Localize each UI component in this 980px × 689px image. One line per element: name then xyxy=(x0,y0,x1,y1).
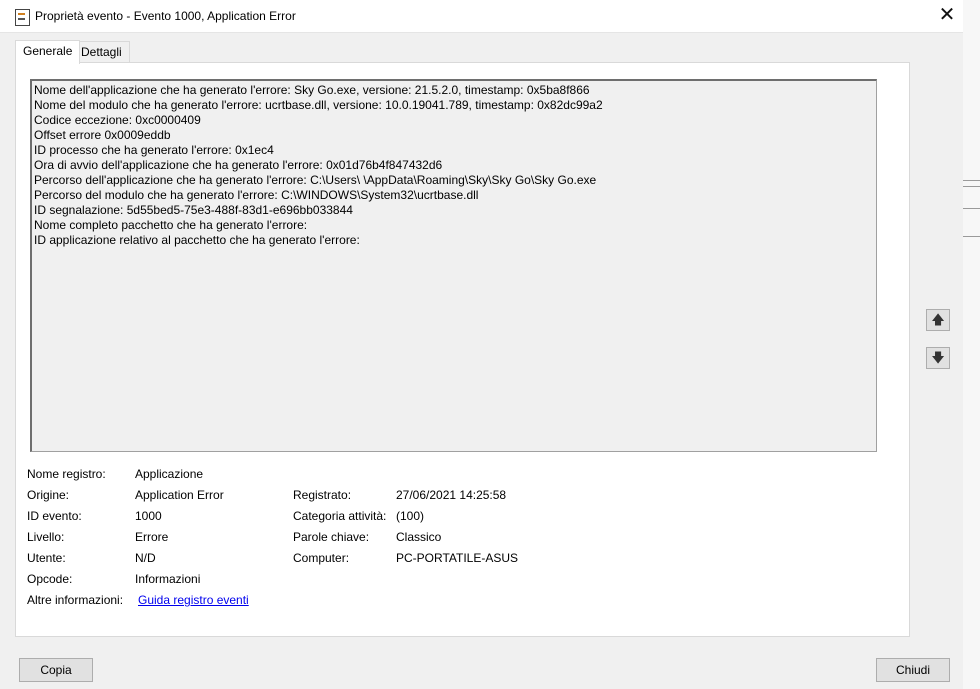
event-properties-icon xyxy=(15,9,30,26)
task-category-label: Categoria attività: xyxy=(293,509,387,523)
task-category-value: (100) xyxy=(396,509,425,523)
description-line: Nome dell'applicazione che ha generato l… xyxy=(34,83,590,97)
background-divider xyxy=(963,186,980,187)
tab-generale[interactable]: Generale xyxy=(15,40,81,64)
level-label: Livello: xyxy=(27,530,65,544)
event-id-label: ID evento: xyxy=(27,509,82,523)
description-line: ID processo che ha generato l'errore: 0x… xyxy=(34,143,274,157)
log-name-label: Nome registro: xyxy=(27,467,106,481)
window-title: Proprietà evento - Evento 1000, Applicat… xyxy=(35,9,296,23)
tab-dettagli[interactable]: Dettagli xyxy=(73,41,130,63)
description-line: ID segnalazione: 5d55bed5-75e3-488f-83d1… xyxy=(34,203,353,217)
computer-label: Computer: xyxy=(293,551,350,565)
description-line: Ora di avvio dell'applicazione che ha ge… xyxy=(34,158,443,172)
keywords-label: Parole chiave: xyxy=(293,530,370,544)
computer-value: PC-PORTATILE-ASUS xyxy=(396,551,519,565)
background-divider xyxy=(963,180,980,181)
description-line: Codice eccezione: 0xc0000409 xyxy=(34,113,201,127)
opcode-label: Opcode: xyxy=(27,572,73,586)
description-line: Percorso dell'applicazione che ha genera… xyxy=(34,173,597,187)
source-label: Origine: xyxy=(27,488,70,502)
source-value: Application Error xyxy=(135,488,224,502)
user-value: N/D xyxy=(135,551,156,565)
help-link[interactable]: Guida registro eventi xyxy=(138,593,249,607)
log-name-value: Applicazione xyxy=(135,467,204,481)
description-line: Offset errore 0x0009eddb xyxy=(34,128,171,142)
previous-event-button[interactable]: 🡅 xyxy=(926,309,950,331)
description-line: Percorso del modulo che ha generato l'er… xyxy=(34,188,479,202)
description-line: ID applicazione relativo al pacchetto ch… xyxy=(34,233,360,247)
close-button[interactable]: Chiudi xyxy=(876,658,950,682)
event-id-value: 1000 xyxy=(135,509,162,523)
close-icon[interactable]: ✕ xyxy=(935,4,959,28)
background-divider xyxy=(963,208,980,209)
level-value: Errore xyxy=(135,530,169,544)
more-info-label: Altre informazioni: xyxy=(27,593,124,607)
description-line: Nome del modulo che ha generato l'errore… xyxy=(34,98,603,112)
opcode-value: Informazioni xyxy=(135,572,201,586)
logged-value: 27/06/2021 14:25:58 xyxy=(396,488,507,502)
keywords-value: Classico xyxy=(396,530,442,544)
user-label: Utente: xyxy=(27,551,66,565)
arrow-down-icon: 🡇 xyxy=(931,350,945,365)
background-window xyxy=(963,0,980,689)
description-line: Nome completo pacchetto che ha generato … xyxy=(34,218,308,232)
next-event-button[interactable]: 🡇 xyxy=(926,347,950,369)
copy-button[interactable]: Copia xyxy=(19,658,93,682)
arrow-up-icon: 🡅 xyxy=(931,312,945,327)
title-bar: Proprietà evento - Evento 1000, Applicat… xyxy=(0,0,963,33)
background-divider xyxy=(963,236,980,237)
event-description-box[interactable]: Nome dell'applicazione che ha generato l… xyxy=(30,79,877,452)
logged-label: Registrato: xyxy=(293,488,352,502)
